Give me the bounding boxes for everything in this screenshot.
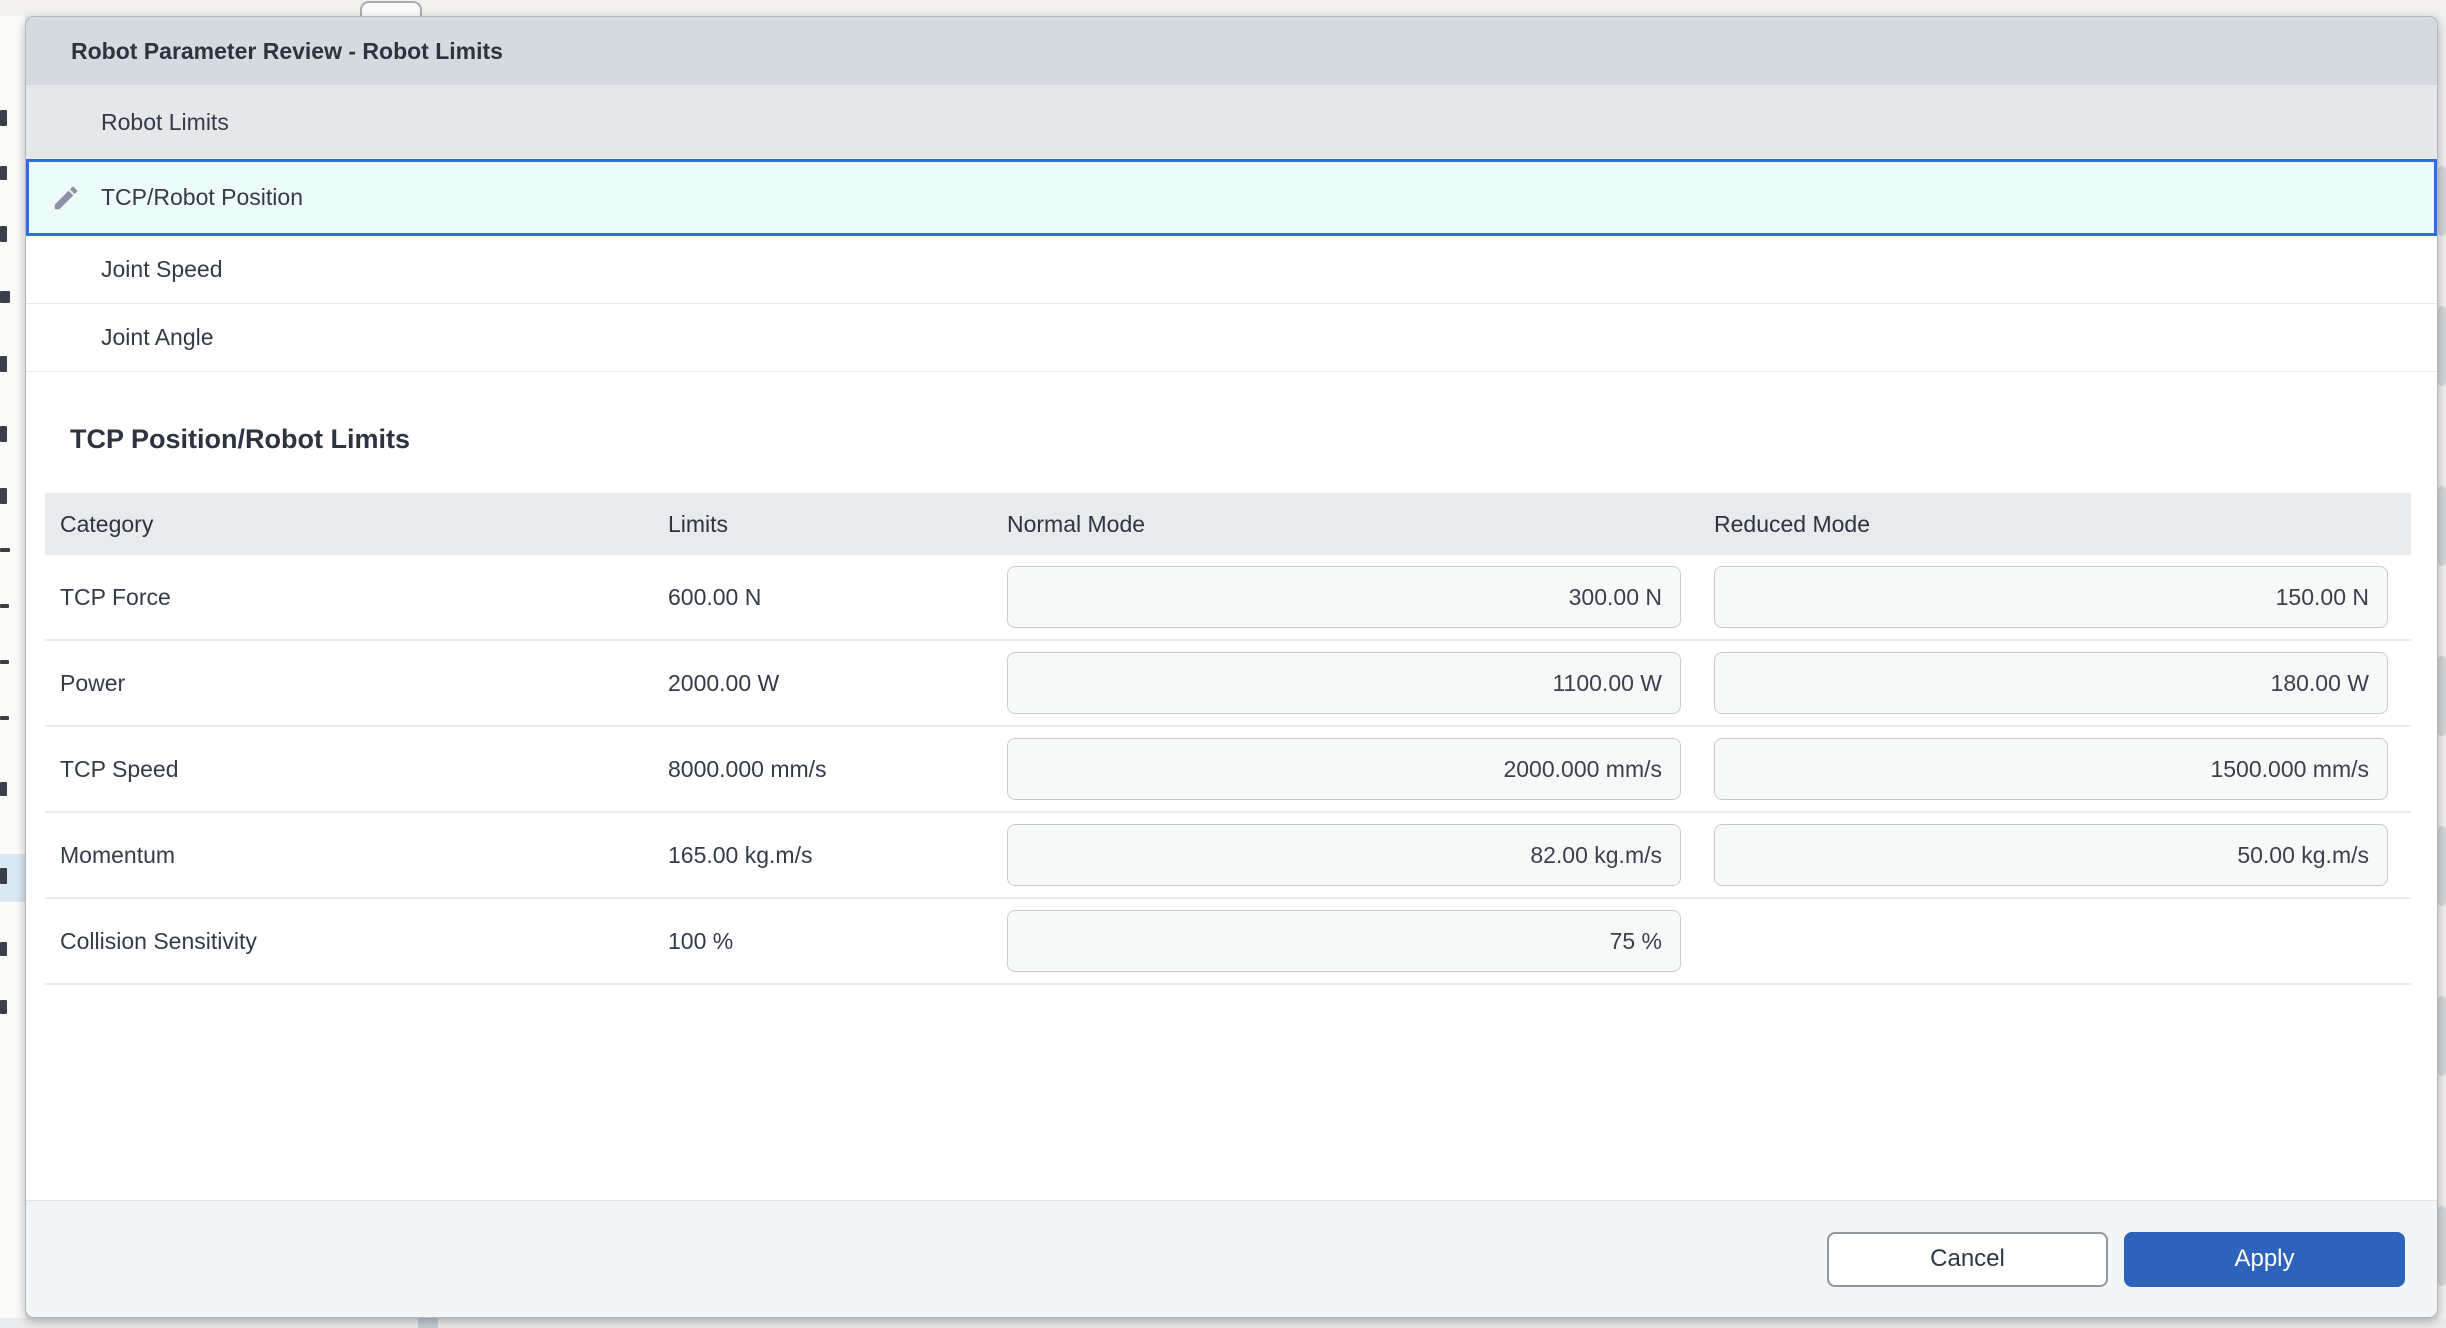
table-row-collision-sensitivity: Collision Sensitivity 100 %	[45, 899, 2411, 985]
background-text-fragment	[0, 942, 7, 956]
background-app-bottom-fragment	[418, 1318, 438, 1328]
reduced-mode-input[interactable]	[1714, 738, 2388, 800]
col-header-category: Category	[45, 511, 653, 538]
row-category: Momentum	[45, 842, 653, 869]
nav-item-label: Joint Speed	[101, 256, 222, 283]
row-limit: 600.00 N	[653, 584, 1007, 611]
background-text-fragment	[0, 166, 7, 180]
reduced-mode-input[interactable]	[1714, 566, 2388, 628]
reduced-mode-input[interactable]	[1714, 652, 2388, 714]
normal-mode-input[interactable]	[1007, 824, 1681, 886]
background-text-fragment	[0, 868, 7, 884]
edit-pencil-icon	[51, 183, 81, 213]
robot-parameter-review-dialog: Robot Parameter Review - Robot Limits Ro…	[25, 16, 2438, 1318]
normal-mode-input[interactable]	[1007, 738, 1681, 800]
background-text-fragment	[0, 488, 7, 504]
reduced-mode-input[interactable]	[1714, 824, 2388, 886]
col-header-normal-mode: Normal Mode	[1007, 511, 1714, 538]
background-text-fragment	[0, 110, 7, 126]
row-category: TCP Force	[45, 584, 653, 611]
row-category: TCP Speed	[45, 756, 653, 783]
section-title: TCP Position/Robot Limits	[70, 424, 2409, 455]
background-scrollbar-fragment	[2438, 486, 2446, 566]
nav-item-label: TCP/Robot Position	[101, 184, 303, 211]
background-scrollbar-fragment	[2438, 306, 2446, 386]
background-text-fragment	[0, 660, 9, 664]
row-limit: 165.00 kg.m/s	[653, 842, 1007, 869]
row-limit: 8000.000 mm/s	[653, 756, 1007, 783]
background-scrollbar-fragment	[2438, 166, 2446, 236]
nav-item-joint-angle[interactable]: Joint Angle	[26, 304, 2437, 372]
cancel-button[interactable]: Cancel	[1827, 1232, 2108, 1287]
background-app-left-strip	[0, 16, 25, 1318]
dialog-title: Robot Parameter Review - Robot Limits	[71, 38, 503, 65]
nav-item-joint-speed[interactable]: Joint Speed	[26, 236, 2437, 304]
background-scrollbar-fragment	[2438, 996, 2446, 1076]
nav-item-tcp-robot-position[interactable]: TCP/Robot Position	[26, 159, 2437, 236]
col-header-reduced-mode: Reduced Mode	[1714, 511, 2411, 538]
background-text-fragment	[0, 604, 9, 608]
row-category: Power	[45, 670, 653, 697]
background-text-fragment	[0, 226, 7, 242]
background-text-fragment	[0, 291, 10, 303]
nav-item-label: Joint Angle	[101, 324, 214, 351]
table-header-row: Category Limits Normal Mode Reduced Mode	[45, 493, 2411, 555]
apply-button[interactable]: Apply	[2124, 1232, 2405, 1287]
background-text-fragment	[0, 356, 7, 372]
dialog-footer: Cancel Apply	[26, 1200, 2437, 1317]
table-row-power: Power 2000.00 W	[45, 641, 2411, 727]
background-scrollbar-fragment	[2438, 826, 2446, 906]
background-text-fragment	[0, 548, 10, 552]
background-text-fragment	[0, 782, 7, 796]
normal-mode-input[interactable]	[1007, 566, 1681, 628]
dialog-content: TCP Position/Robot Limits Category Limit…	[26, 424, 2437, 985]
dialog-title-bar: Robot Parameter Review - Robot Limits	[26, 17, 2437, 85]
background-text-fragment	[0, 426, 7, 442]
col-header-limits: Limits	[653, 511, 1007, 538]
background-text-fragment	[0, 716, 9, 720]
nav-group-label: Robot Limits	[101, 109, 229, 136]
background-scrollbar-fragment	[2438, 1206, 2446, 1286]
background-text-fragment	[0, 1000, 7, 1014]
normal-mode-input[interactable]	[1007, 910, 1681, 972]
row-limit: 2000.00 W	[653, 670, 1007, 697]
table-row-tcp-speed: TCP Speed 8000.000 mm/s	[45, 727, 2411, 813]
table-row-momentum: Momentum 165.00 kg.m/s	[45, 813, 2411, 899]
table-row-tcp-force: TCP Force 600.00 N	[45, 555, 2411, 641]
background-app-tab-fragment	[360, 1, 422, 16]
row-category: Collision Sensitivity	[45, 928, 653, 955]
limits-table: Category Limits Normal Mode Reduced Mode…	[45, 493, 2411, 985]
background-app-right-strip	[2438, 16, 2446, 1318]
nav-group-robot-limits[interactable]: Robot Limits	[26, 85, 2437, 159]
background-scrollbar-fragment	[2438, 656, 2446, 736]
row-limit: 100 %	[653, 928, 1007, 955]
normal-mode-input[interactable]	[1007, 652, 1681, 714]
